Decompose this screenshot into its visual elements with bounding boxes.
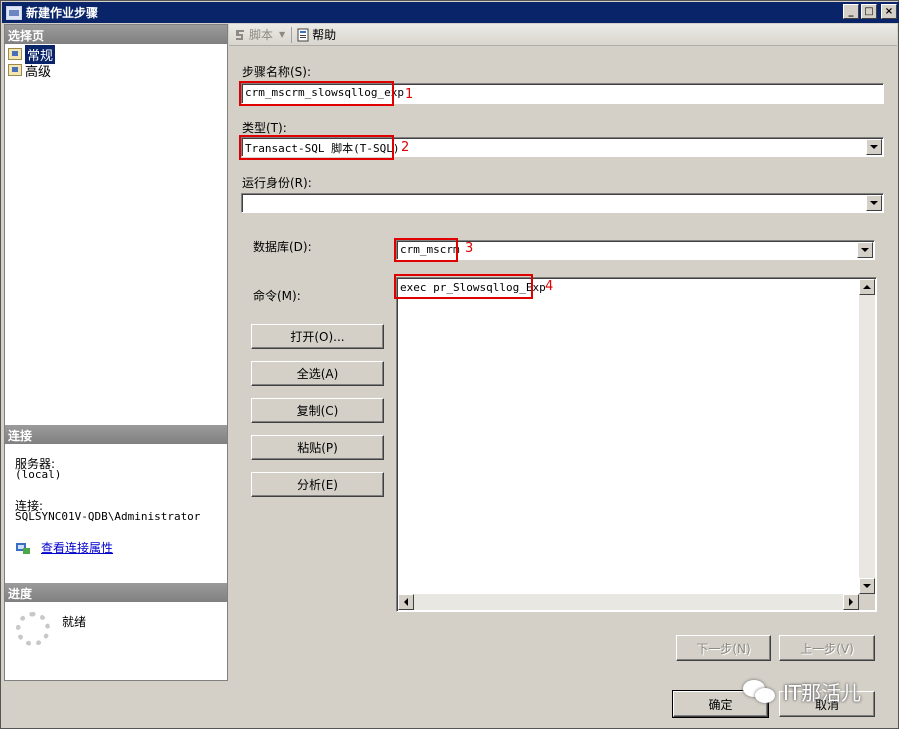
progress-status: 就绪	[62, 615, 87, 629]
open-button[interactable]: 打开(O)...	[251, 324, 384, 349]
vertical-scrollbar[interactable]	[859, 279, 875, 594]
chevron-down-icon: ▼	[279, 30, 286, 39]
command-text[interactable]: exec pr_Slowsqllog_Exp	[400, 281, 546, 294]
maximize-button[interactable]: □	[861, 4, 877, 19]
run-as-select[interactable]	[241, 193, 884, 213]
page-icon	[8, 48, 22, 60]
cancel-button[interactable]: 取消	[779, 691, 875, 717]
type-label: 类型(T):	[242, 121, 287, 135]
page-item-label: 高级	[25, 64, 52, 80]
horizontal-scrollbar[interactable]	[398, 594, 859, 610]
scroll-left-arrow-icon[interactable]	[398, 594, 414, 610]
annotation-number-4: 4	[545, 279, 554, 294]
next-step-button[interactable]: 下一步(N)	[676, 635, 771, 661]
script-button[interactable]: 脚本 ▼	[233, 26, 285, 43]
step-name-field[interactable]: crm_mscrm_slowsqllog_exp	[241, 83, 884, 104]
scroll-down-arrow-icon[interactable]	[859, 578, 875, 594]
toolbar: 脚本 ▼ 帮助	[229, 24, 897, 46]
app-icon	[6, 5, 22, 20]
select-page-header: 选择页	[5, 25, 227, 44]
chevron-down-icon[interactable]	[866, 139, 882, 155]
title-bar[interactable]: 新建作业步骤 _ □ ×	[2, 2, 899, 23]
type-select[interactable]: Transact-SQL 脚本(T-SQL)	[241, 137, 884, 157]
paste-button[interactable]: 粘贴(P)	[251, 435, 384, 460]
scroll-right-arrow-icon[interactable]	[843, 594, 859, 610]
command-label: 命令(M):	[253, 289, 301, 303]
parse-button[interactable]: 分析(E)	[251, 472, 384, 497]
ok-button[interactable]: 确定	[672, 690, 769, 718]
chevron-down-icon[interactable]	[866, 195, 882, 211]
annotation-number-1: 1	[405, 87, 414, 102]
database-value: crm_mscrm	[400, 243, 460, 256]
page-item-advanced[interactable]: 高级	[8, 62, 52, 80]
script-label: 脚本	[249, 28, 274, 42]
progress-header: 进度	[5, 583, 227, 602]
window-title: 新建作业步骤	[26, 6, 99, 20]
toolbar-separator	[291, 26, 293, 43]
close-button[interactable]: ×	[881, 4, 897, 19]
help-button[interactable]: 帮助	[296, 26, 336, 43]
command-editor[interactable]: exec pr_Slowsqllog_Exp	[396, 277, 877, 612]
page-icon	[8, 64, 22, 76]
database-label: 数据库(D):	[253, 240, 312, 254]
type-value: Transact-SQL 脚本(T-SQL)	[245, 142, 400, 155]
server-value: (local)	[15, 468, 62, 481]
view-connection-properties-link[interactable]: 查看连接属性	[41, 539, 113, 556]
progress-spinner-icon	[16, 612, 50, 646]
view-connection-properties[interactable]: 查看连接属性	[15, 539, 113, 556]
connection-value: SQLSYNC01V-QDB\Administrator	[15, 510, 201, 523]
copy-button[interactable]: 复制(C)	[251, 398, 384, 423]
server-properties-icon	[16, 542, 30, 554]
annotation-number-3: 3	[465, 241, 474, 256]
connection-header: 连接	[5, 425, 227, 444]
right-panel: 脚本 ▼ 帮助 步骤名称(S): crm_mscrm_slowsqllog_ex…	[229, 24, 897, 681]
minimize-button[interactable]: _	[843, 4, 859, 19]
annotation-number-2: 2	[401, 140, 410, 155]
previous-step-button[interactable]: 上一步(V)	[779, 635, 875, 661]
window-controls: _ □ ×	[843, 4, 897, 19]
select-all-button[interactable]: 全选(A)	[251, 361, 384, 386]
help-icon	[296, 28, 310, 42]
left-panel: 选择页 常规 高级 连接 服务器: (local) 连接: SQLSYNC01V…	[4, 24, 228, 681]
dialog-window: 新建作业步骤 _ □ × 选择页 常规 高级 连接 服务器: (local) 连…	[0, 0, 899, 729]
scroll-corner	[859, 594, 875, 610]
help-label: 帮助	[312, 28, 337, 42]
step-name-label: 步骤名称(S):	[242, 65, 312, 79]
run-as-label: 运行身份(R):	[242, 176, 312, 190]
script-icon	[233, 28, 247, 42]
chevron-down-icon[interactable]	[857, 242, 873, 258]
scroll-up-arrow-icon[interactable]	[859, 279, 875, 295]
